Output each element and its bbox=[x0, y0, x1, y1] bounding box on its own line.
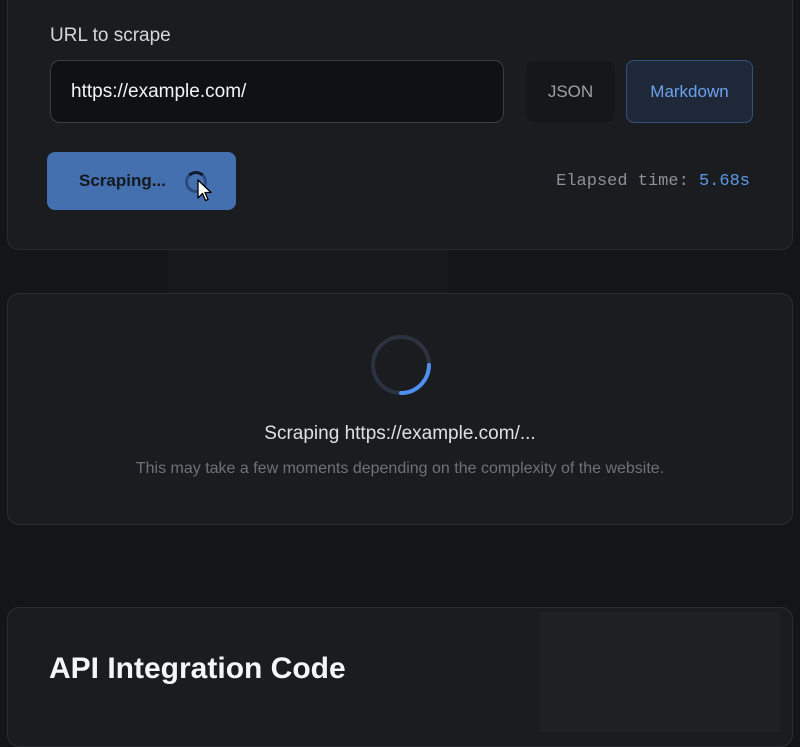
status-subtitle: This may take a few moments depending on… bbox=[135, 460, 665, 477]
url-label: URL to scrape bbox=[50, 25, 171, 46]
loading-spinner-icon bbox=[371, 335, 431, 395]
elapsed-time: Elapsed time: 5.68s bbox=[556, 172, 750, 191]
scraping-status-card: Scraping https://example.com/... This ma… bbox=[7, 293, 793, 525]
scrape-button[interactable]: Scraping... bbox=[47, 152, 236, 210]
mouse-pointer-icon bbox=[197, 179, 212, 202]
api-section-title: API Integration Code bbox=[49, 652, 346, 685]
format-json-button[interactable]: JSON bbox=[525, 60, 616, 123]
scrape-button-label: Scraping... bbox=[79, 171, 166, 190]
background-decoration bbox=[540, 612, 780, 732]
elapsed-value: 5.68s bbox=[698, 172, 750, 191]
elapsed-label: Elapsed time: bbox=[556, 172, 689, 191]
status-title: Scraping https://example.com/... bbox=[264, 423, 536, 444]
format-markdown-button[interactable]: Markdown bbox=[626, 60, 753, 123]
url-input[interactable] bbox=[50, 60, 504, 123]
scrape-form-card: URL to scrape JSON Markdown Scraping... … bbox=[7, 0, 793, 250]
